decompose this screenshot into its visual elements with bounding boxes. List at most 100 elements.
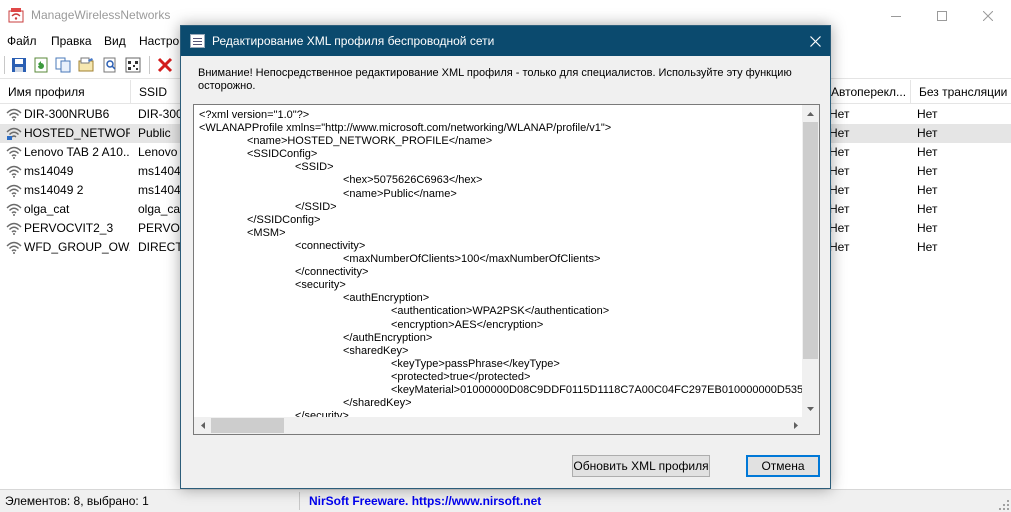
no-broadcast-cell: Нет	[917, 164, 938, 178]
refresh-button[interactable]	[31, 55, 51, 75]
auto-switch-cell: Нет	[829, 183, 850, 197]
column-header-profile-name[interactable]: Имя профиля	[0, 80, 130, 104]
find-button[interactable]	[100, 55, 120, 75]
wifi-icon	[6, 108, 22, 121]
xml-text-area[interactable]: <?xml version="1.0"?> <WLANAPProfile xmln…	[199, 109, 804, 417]
no-broadcast-cell: Нет	[917, 240, 938, 254]
profile-name: WFD_GROUP_OW...	[24, 240, 130, 254]
wifi-icon	[6, 165, 22, 178]
auto-switch-cell: Нет	[829, 145, 850, 159]
xml-line: <SSID>	[199, 161, 334, 174]
properties-icon	[78, 57, 94, 72]
maximize-button[interactable]	[919, 0, 965, 31]
horizontal-scrollbar[interactable]	[194, 417, 804, 434]
no-broadcast-cell: Нет	[917, 126, 938, 140]
menu-edit[interactable]: Правка	[51, 34, 92, 48]
toolbar-separator	[149, 56, 150, 74]
properties-button[interactable]	[76, 55, 96, 75]
ssid-cell: olga_cat	[138, 202, 180, 216]
ssid-cell: Public	[138, 126, 171, 140]
xml-line: <name>Public</name>	[199, 187, 457, 200]
ssid-cell: PERVOC	[138, 221, 180, 235]
xml-line: <MSM>	[199, 226, 286, 239]
chevron-right-icon	[793, 422, 798, 429]
profile-name: DIR-300NRUB6	[24, 107, 110, 121]
chevron-left-icon	[200, 422, 205, 429]
scrollbar-corner	[802, 417, 819, 434]
vertical-scroll-thumb[interactable]	[803, 122, 818, 359]
ssid-cell: DIR-300	[138, 107, 180, 121]
xml-line: <SSIDConfig>	[199, 148, 318, 161]
ssid-cell: DIRECT-	[138, 240, 180, 254]
xml-line: <encryption>AES</encryption>	[199, 318, 544, 331]
column-header-ssid[interactable]: SSID	[131, 80, 181, 104]
xml-line: </SSIDConfig>	[199, 213, 321, 226]
dialog-close-button[interactable]	[800, 26, 830, 56]
auto-switch-cell: Нет	[829, 221, 850, 235]
no-broadcast-cell: Нет	[917, 221, 938, 235]
minimize-button[interactable]	[873, 0, 919, 31]
close-icon	[809, 35, 821, 47]
xml-line: <maxNumberOfClients>100</maxNumberOfClie…	[199, 253, 601, 266]
ssid-cell: ms1404	[138, 164, 180, 178]
wifi-icon	[6, 222, 22, 235]
xml-line: <keyType>passPhrase</keyType>	[199, 357, 560, 370]
close-button[interactable]	[965, 0, 1011, 31]
html-report-button[interactable]	[123, 55, 143, 75]
profile-name: PERVOCVIT2_3	[24, 221, 114, 235]
scroll-left-button[interactable]	[194, 417, 211, 434]
xml-line: </security>	[199, 410, 349, 417]
close-icon	[983, 10, 993, 21]
scroll-down-button[interactable]	[802, 400, 819, 417]
refresh-icon	[34, 57, 48, 73]
column-header-no-broadcast[interactable]: Без трансляции	[911, 80, 1011, 104]
update-xml-button[interactable]: Обновить XML профиля	[572, 455, 710, 477]
delete-icon	[157, 57, 173, 73]
find-icon	[103, 57, 116, 73]
auto-switch-cell: Нет	[829, 164, 850, 178]
ssid-cell: Lenovo	[138, 145, 178, 159]
profile-name: ms14049	[24, 164, 74, 178]
menu-view[interactable]: Вид	[104, 34, 126, 48]
scroll-up-button[interactable]	[802, 105, 819, 122]
profile-name: ms14049 2	[24, 183, 84, 197]
save-button[interactable]	[9, 55, 29, 75]
copy-button[interactable]	[53, 55, 73, 75]
xml-line: <keyMaterial>01000000D08C9DDF0115D1118C7…	[199, 383, 804, 396]
wifi-icon	[6, 203, 22, 216]
menu-file[interactable]: Файл	[7, 34, 37, 48]
vertical-scrollbar[interactable]	[802, 105, 819, 417]
profile-name: HOSTED_NETWOR...	[24, 126, 130, 140]
xml-line: <WLANAPProfile xmlns="http://www.microso…	[199, 122, 612, 135]
auto-switch-cell: Нет	[829, 107, 850, 121]
xml-line: <sharedKey>	[199, 344, 409, 357]
xml-line: <security>	[199, 279, 346, 292]
delete-button[interactable]	[155, 55, 175, 75]
html-report-icon	[125, 57, 141, 73]
column-header-auto-switch[interactable]: Автоперекл...	[823, 80, 910, 104]
cancel-button[interactable]: Отмена	[746, 455, 820, 477]
xml-line: </sharedKey>	[199, 397, 412, 410]
no-broadcast-cell: Нет	[917, 107, 938, 121]
resize-grip-icon[interactable]	[999, 500, 1009, 510]
nirsoft-link[interactable]: NirSoft Freeware. https://www.nirsoft.ne…	[309, 494, 541, 508]
save-icon	[12, 58, 26, 72]
menu-options[interactable]: Настро	[139, 34, 179, 48]
toolbar-separator	[4, 56, 5, 74]
no-broadcast-cell: Нет	[917, 145, 938, 159]
dialog-title-bar: Редактирование XML профиля беспроводной …	[181, 26, 830, 56]
horizontal-scroll-thumb[interactable]	[211, 418, 284, 433]
xml-line: </authEncryption>	[199, 331, 433, 344]
profile-name: olga_cat	[24, 202, 70, 216]
no-broadcast-cell: Нет	[917, 183, 938, 197]
app-icon	[8, 8, 24, 23]
auto-switch-cell: Нет	[829, 240, 850, 254]
xml-line: <?xml version="1.0"?>	[199, 109, 310, 121]
xml-editor[interactable]: <?xml version="1.0"?> <WLANAPProfile xmln…	[193, 104, 820, 435]
hosted-network-icon	[6, 127, 22, 140]
dialog-title: Редактирование XML профиля беспроводной …	[212, 34, 495, 48]
status-divider	[299, 492, 300, 510]
xml-line: <name>HOSTED_NETWORK_PROFILE</name>	[199, 135, 493, 148]
maximize-icon	[937, 10, 947, 21]
wifi-icon	[6, 146, 22, 159]
